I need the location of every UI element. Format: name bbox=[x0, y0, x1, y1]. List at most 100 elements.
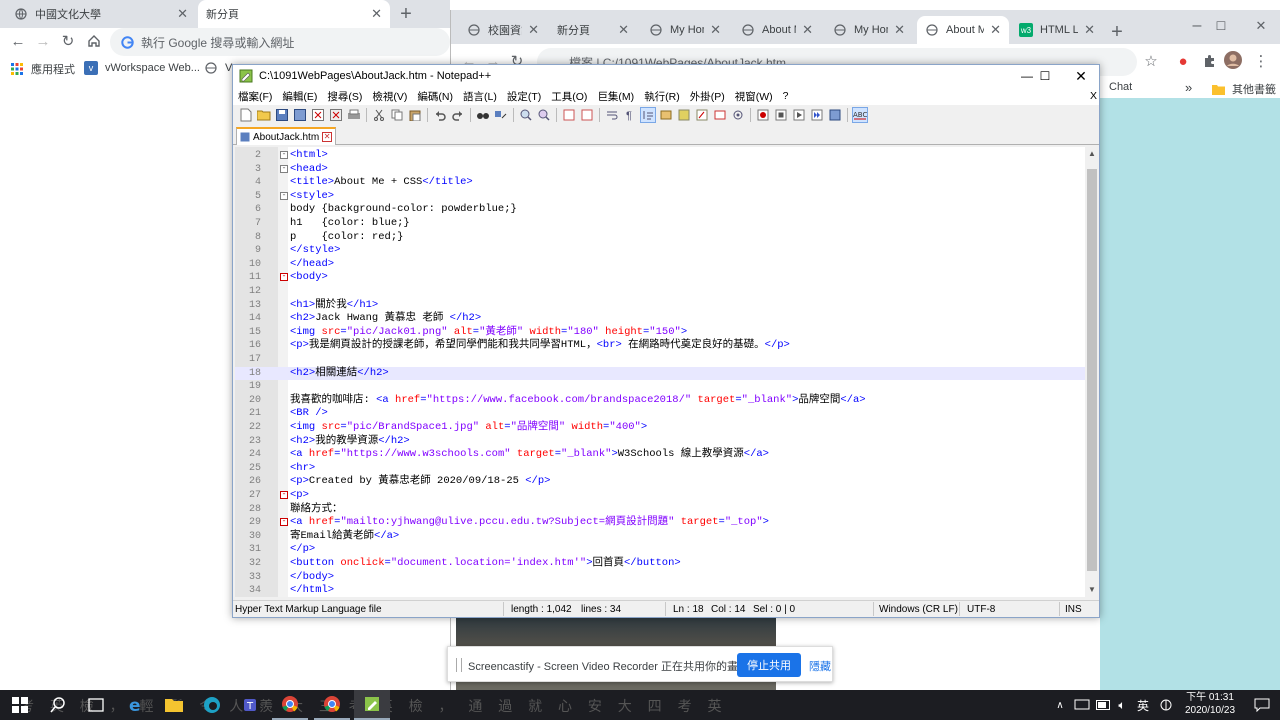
code-line[interactable]: 26 <p>Created by 黃慕忠老師 2020/09/18-25 </p> bbox=[235, 475, 1085, 489]
bookmark-chat[interactable]: Chat bbox=[1109, 81, 1132, 93]
code-line[interactable]: 20 我喜歡的咖啡店: <a href="https://www.facebook… bbox=[235, 394, 1085, 408]
vertical-scrollbar[interactable]: ▲ ▼ bbox=[1085, 147, 1099, 597]
close-doc-x[interactable]: X bbox=[1085, 90, 1102, 102]
print-icon[interactable] bbox=[346, 107, 362, 123]
new-tab-icon[interactable]: + bbox=[396, 3, 416, 25]
maximize-icon[interactable]: ☐ bbox=[1027, 65, 1063, 87]
file-explorer-icon[interactable] bbox=[156, 690, 192, 720]
code-line[interactable]: 13 <h1>關於我</h1> bbox=[235, 299, 1085, 313]
zoom-out-icon[interactable] bbox=[536, 107, 552, 123]
indent-guide-icon[interactable] bbox=[640, 107, 656, 123]
clock[interactable]: 下午 01:31 2020/10/23 bbox=[1180, 691, 1240, 717]
back-icon[interactable]: ← bbox=[8, 31, 28, 51]
notepadpp-taskbar-icon[interactable] bbox=[354, 690, 390, 720]
edge-icon[interactable] bbox=[194, 690, 230, 720]
folder-workspace-icon[interactable] bbox=[712, 107, 728, 123]
search-icon[interactable] bbox=[40, 690, 76, 720]
scroll-up-icon[interactable]: ▲ bbox=[1088, 149, 1096, 158]
hide-button[interactable]: 隱藏 bbox=[809, 658, 831, 674]
save-icon[interactable] bbox=[274, 107, 290, 123]
undo-icon[interactable] bbox=[432, 107, 448, 123]
code-line[interactable]: 7 h1 {color: blue;} bbox=[235, 217, 1085, 231]
close-tab-icon[interactable]: ✕ bbox=[618, 22, 629, 38]
menu-run[interactable]: 執行(R) bbox=[639, 89, 685, 104]
play-macro-icon[interactable] bbox=[791, 107, 807, 123]
code-line[interactable]: 23 <h2>我的教學資源</h2> bbox=[235, 435, 1085, 449]
notifications-icon[interactable] bbox=[1244, 690, 1280, 720]
bookmark-vworkspace[interactable]: v vWorkspace Web... bbox=[84, 61, 200, 75]
sync-v-icon[interactable] bbox=[561, 107, 577, 123]
stop-macro-icon[interactable] bbox=[773, 107, 789, 123]
menu-language[interactable]: 語言(L) bbox=[458, 89, 502, 104]
scroll-thumb[interactable] bbox=[1087, 169, 1097, 571]
code-line[interactable]: 19 bbox=[235, 380, 1085, 394]
menu-help[interactable]: ? bbox=[778, 90, 794, 102]
battery-icon[interactable] bbox=[1094, 690, 1114, 720]
stop-sharing-button[interactable]: 停止共用 bbox=[737, 653, 801, 677]
close-tab-icon[interactable]: ✕ bbox=[177, 6, 188, 22]
extensions-icon[interactable] bbox=[1199, 51, 1219, 71]
menu-file[interactable]: 檔案(F) bbox=[233, 89, 277, 104]
tab-pccu[interactable]: 中國文化大學 ✕ bbox=[6, 0, 196, 28]
teams-icon[interactable]: T bbox=[234, 690, 270, 720]
fold-toggle-icon[interactable]: - bbox=[280, 151, 288, 159]
code-line[interactable]: 24 <a href="https://www.w3schools.com" ta… bbox=[235, 448, 1085, 462]
tab-html-links[interactable]: w3 HTML Li ✕ bbox=[1011, 16, 1103, 44]
close-tab-icon[interactable]: ✕ bbox=[990, 22, 1001, 38]
windows-start-icon[interactable] bbox=[2, 690, 38, 720]
menu-macro[interactable]: 巨集(M) bbox=[592, 89, 639, 104]
doc-tab-aboutjack[interactable]: AboutJack.htm ✕ bbox=[236, 127, 337, 145]
ime-indicator[interactable]: 英 bbox=[1132, 690, 1154, 720]
code-line[interactable]: 27 - <p> bbox=[235, 489, 1085, 503]
home-icon[interactable] bbox=[84, 31, 104, 51]
minimize-icon[interactable]: – bbox=[1187, 16, 1207, 36]
forward-icon[interactable]: → bbox=[33, 31, 53, 51]
bookmark-overflow[interactable]: » bbox=[1185, 80, 1192, 95]
code-line[interactable]: 2 - <html> bbox=[235, 149, 1085, 163]
tab-myhome-1[interactable]: My Hom ✕ bbox=[641, 16, 729, 44]
function-list-icon[interactable] bbox=[694, 107, 710, 123]
ime-mode-icon[interactable] bbox=[1156, 690, 1176, 720]
word-wrap-icon[interactable] bbox=[604, 107, 620, 123]
paste-icon[interactable] bbox=[407, 107, 423, 123]
bookmark-other[interactable]: 其他書籤 bbox=[1211, 81, 1276, 97]
find-icon[interactable] bbox=[475, 107, 491, 123]
code-line[interactable]: 17 bbox=[235, 353, 1085, 367]
sync-h-icon[interactable] bbox=[579, 107, 595, 123]
tab-aboutme-active[interactable]: About M ✕ bbox=[917, 16, 1009, 44]
bookmark-apps[interactable]: 應用程式 bbox=[10, 61, 75, 77]
close-tab-icon[interactable]: ✕ bbox=[894, 22, 905, 38]
code-line[interactable]: 3 - <head> bbox=[235, 163, 1085, 177]
copy-icon[interactable] bbox=[389, 107, 405, 123]
menu-view[interactable]: 檢視(V) bbox=[367, 89, 412, 104]
network-icon[interactable] bbox=[1072, 690, 1092, 720]
task-view-icon[interactable] bbox=[78, 690, 114, 720]
code-line[interactable]: 33 </body> bbox=[235, 571, 1085, 585]
save-all-icon[interactable] bbox=[292, 107, 308, 123]
reload-icon[interactable]: ↻ bbox=[58, 31, 78, 51]
chrome-icon-2[interactable] bbox=[314, 690, 350, 720]
fold-toggle-icon[interactable]: - bbox=[280, 491, 288, 499]
menu-edit[interactable]: 編輯(E) bbox=[277, 89, 322, 104]
show-all-chars-icon[interactable]: ¶ bbox=[622, 107, 638, 123]
code-line[interactable]: 14 <h2>Jack Hwang 黃慕忠 老師 </h2> bbox=[235, 312, 1085, 326]
tab-campus[interactable]: 校園資訊 ✕ bbox=[459, 16, 547, 44]
code-line[interactable]: 18 <h2>相關連結</h2> bbox=[235, 366, 1085, 381]
bookmark-v[interactable]: V bbox=[204, 61, 232, 75]
fold-toggle-icon[interactable]: - bbox=[280, 191, 288, 200]
bookmark-star-icon[interactable]: ☆ bbox=[1141, 51, 1161, 71]
code-line[interactable]: 21 <BR /> bbox=[235, 407, 1085, 421]
code-line[interactable]: 32 <button onclick="document.location='in… bbox=[235, 557, 1085, 571]
record-macro-icon[interactable] bbox=[755, 107, 771, 123]
volume-icon[interactable]: 🔈︎ bbox=[1112, 690, 1132, 720]
new-tab-icon[interactable]: + bbox=[1107, 21, 1127, 43]
monitor-icon[interactable] bbox=[730, 107, 746, 123]
tab-myhome-2[interactable]: My Hom ✕ bbox=[825, 16, 913, 44]
doc-map-icon[interactable] bbox=[676, 107, 692, 123]
close-window-icon[interactable]: ✕ bbox=[1251, 16, 1271, 36]
code-editor[interactable]: 2- <html> 3- <head> 4 <title>About Me + CSS</… bbox=[235, 147, 1085, 597]
drag-handle-icon[interactable] bbox=[456, 658, 462, 672]
maximize-icon[interactable]: ☐ bbox=[1211, 16, 1231, 36]
code-line[interactable]: 4 <title>About Me + CSS</title> bbox=[235, 176, 1085, 190]
close-doc-tab-icon[interactable]: ✕ bbox=[322, 132, 333, 142]
